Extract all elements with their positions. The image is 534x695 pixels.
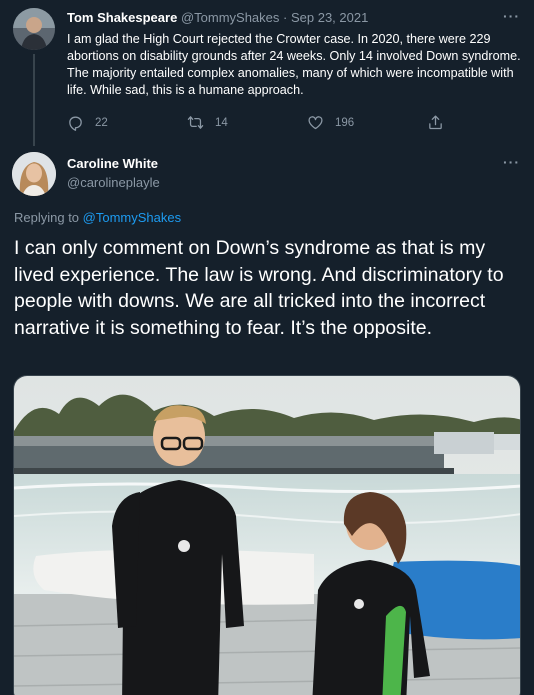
like-icon	[308, 116, 323, 130]
tweet-actions: 22 14 196	[67, 114, 467, 134]
share-icon	[429, 115, 442, 130]
reply-tweet-text: I can only comment on Down’s syndrome as…	[14, 237, 504, 339]
separator-dot: ·	[283, 10, 288, 25]
reply-author-handle[interactable]: @carolineplayle	[67, 175, 160, 190]
more-icon[interactable]: ···	[503, 154, 520, 170]
author-name[interactable]: Tom Shakespeare	[67, 10, 177, 25]
replying-to-mention[interactable]: @TommyShakes	[83, 210, 181, 225]
reply-tweet-header: Caroline White @carolineplayle ···	[0, 148, 534, 204]
reply-button[interactable]: 22	[67, 114, 108, 131]
replying-to-label: Replying to	[14, 210, 83, 225]
replying-to: Replying to @TommyShakes	[14, 210, 181, 225]
parent-tweet[interactable]: Tom Shakespeare @TommyShakes · Sep 23, 2…	[0, 0, 534, 148]
reply-author-name[interactable]: Caroline White	[67, 156, 158, 171]
tweet-date[interactable]: Sep 23, 2021	[291, 10, 368, 25]
caroline-white-avatar[interactable]	[12, 152, 56, 196]
retweet-count: 14	[215, 117, 228, 129]
more-icon[interactable]: ···	[503, 8, 520, 24]
parent-tweet-text: I am glad the High Court rejected the Cr…	[67, 32, 521, 97]
parent-tweet-header: Tom Shakespeare @TommyShakes · Sep 23, 2…	[67, 10, 368, 25]
thread-line	[33, 54, 35, 146]
tweet-photo[interactable]	[13, 375, 521, 695]
author-handle[interactable]: @TommyShakes	[181, 10, 279, 25]
tom-shakespeare-avatar[interactable]	[13, 8, 55, 50]
share-button[interactable]	[427, 114, 455, 131]
like-button[interactable]: 196	[307, 114, 354, 131]
reply-icon	[69, 116, 82, 131]
retweet-button[interactable]: 14	[187, 114, 228, 131]
reply-count: 22	[95, 117, 108, 129]
like-count: 196	[335, 117, 355, 129]
retweet-icon	[187, 116, 204, 129]
